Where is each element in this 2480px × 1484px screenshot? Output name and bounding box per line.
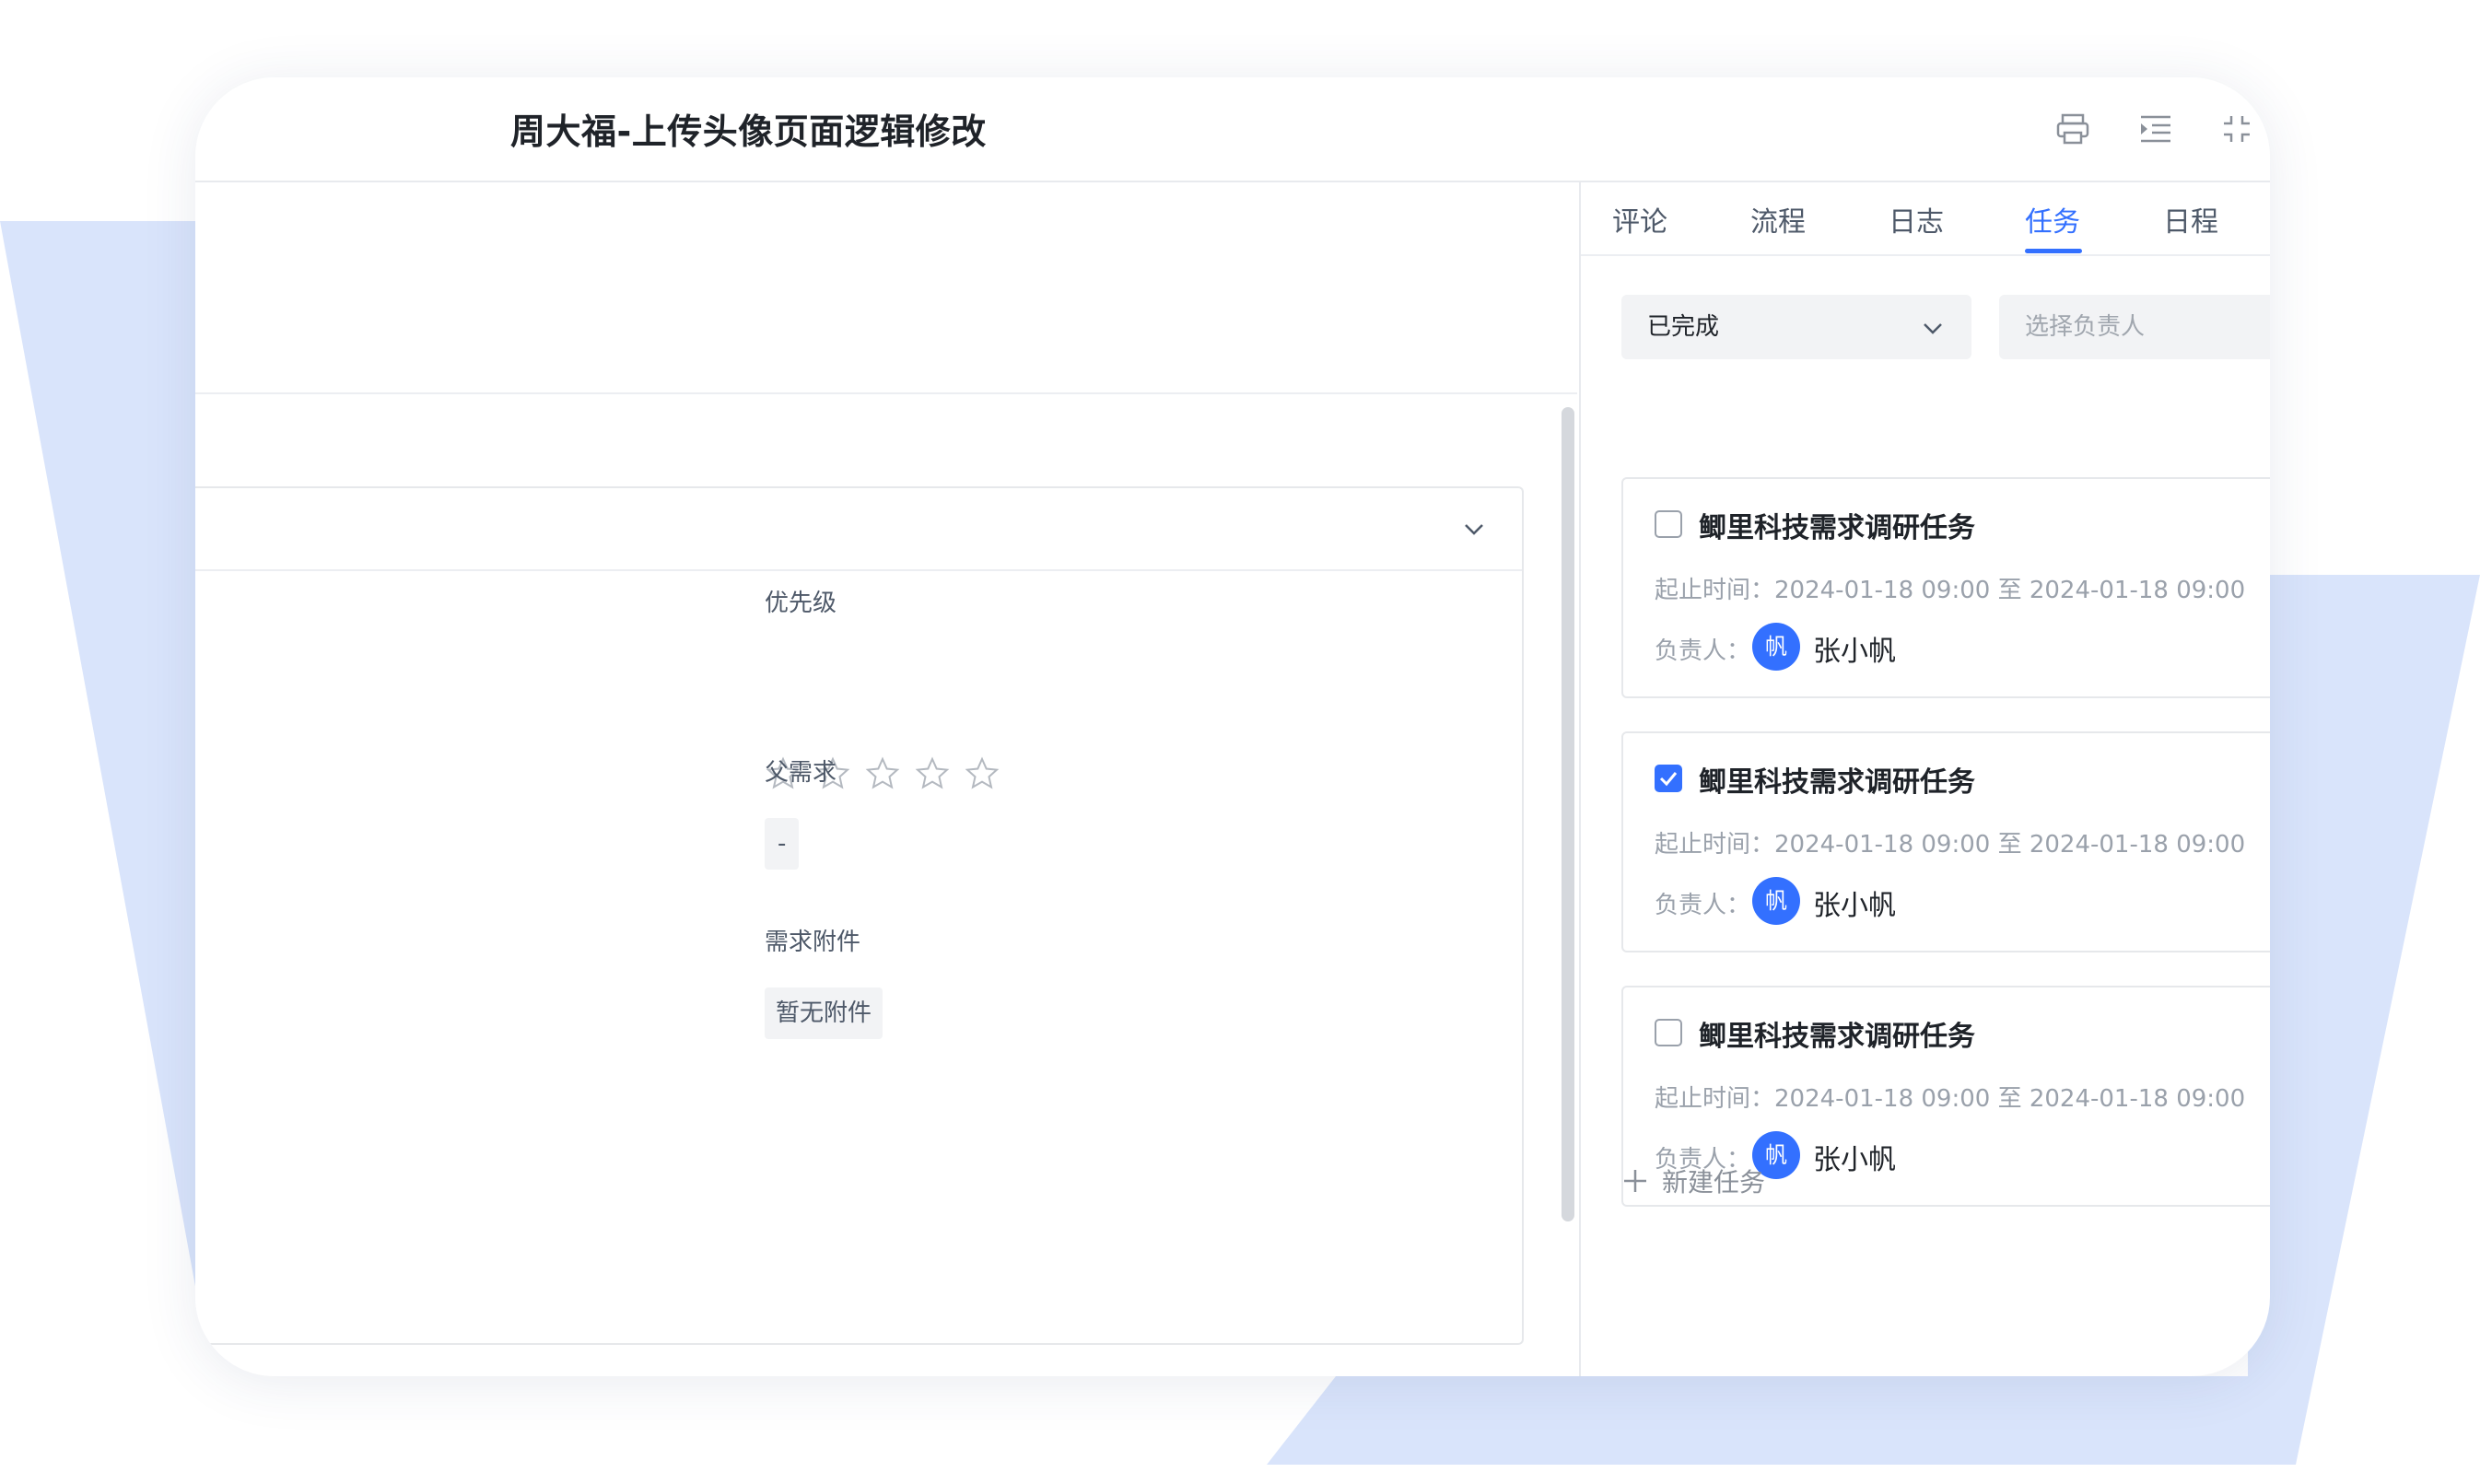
star-icon[interactable]	[914, 755, 951, 792]
parent-requirement-label: 父需求	[765, 759, 837, 787]
new-task-button[interactable]: 新建任务	[1621, 1163, 1765, 1199]
task-owner-label: 负责人：	[1655, 892, 1751, 919]
avatar: 帆	[1752, 877, 1800, 925]
task-title: 鲫里科技需求调研任务	[1699, 512, 1975, 544]
side-panel: 评论 流程 日志 任务 日程 已完成 选择负责人 鲫里科技需求调研任务 起止时间…	[1581, 182, 2270, 1376]
card-header[interactable]	[195, 488, 1522, 571]
priority-label: 优先级	[765, 590, 837, 617]
status-select-value: 已完成	[1647, 313, 1720, 341]
attachment-value: 暂无附件	[765, 987, 883, 1039]
task-owner-name: 张小帆	[1813, 1144, 1896, 1176]
tab-tasks[interactable]: 任务	[2025, 199, 2080, 240]
star-icon[interactable]	[964, 755, 1000, 792]
check-icon	[1659, 772, 1678, 787]
tab-workflow[interactable]: 流程	[1750, 199, 1806, 240]
task-card[interactable]: 鲫里科技需求调研任务 起止时间：2024-01-18 09:00 至 2024-…	[1621, 477, 2270, 698]
print-icon[interactable]	[2054, 111, 2091, 147]
task-title: 鲫里科技需求调研任务	[1699, 766, 1975, 799]
task-time-label: 起止时间：	[1655, 831, 1775, 859]
page-title: 周大福-上传头像页面逻辑修改	[510, 111, 987, 152]
tab-comments[interactable]: 评论	[1612, 199, 1667, 240]
task-time-range: 2024-01-18 09:00 至 2024-01-18 09:00	[1774, 577, 2246, 604]
indent-icon[interactable]	[2137, 111, 2174, 147]
plus-icon	[1624, 1170, 1646, 1192]
new-task-label: 新建任务	[1662, 1167, 1766, 1198]
star-icon[interactable]	[864, 755, 901, 792]
task-checkbox[interactable]	[1655, 510, 1682, 538]
active-tab-indicator	[2025, 249, 2082, 253]
task-time: 起止时间：2024-01-18 09:00 至 2024-01-18 09:00	[1655, 825, 2245, 859]
section-divider	[195, 392, 1577, 394]
attachment-label: 需求附件	[765, 929, 861, 956]
task-owner-name: 张小帆	[1813, 636, 1896, 668]
task-checkbox[interactable]	[1655, 765, 1682, 792]
task-time-range: 2024-01-18 09:00 至 2024-01-18 09:00	[1774, 1085, 2246, 1113]
task-owner-name: 张小帆	[1813, 890, 1896, 922]
avatar: 帆	[1752, 623, 1800, 671]
task-checkbox[interactable]	[1655, 1019, 1682, 1046]
status-select[interactable]: 已完成	[1621, 295, 1971, 359]
collapse-icon[interactable]	[2218, 111, 2255, 147]
scrollbar[interactable]	[1562, 407, 1574, 1221]
task-card[interactable]: 鲫里科技需求调研任务 起止时间：2024-01-18 09:00 至 2024-…	[1621, 731, 2270, 952]
tab-schedule[interactable]: 日程	[2163, 199, 2218, 240]
chevron-down-icon[interactable]	[1461, 516, 1487, 542]
basic-info-card	[195, 486, 1524, 1345]
tab-log[interactable]: 日志	[1889, 199, 1944, 240]
task-time-range: 2024-01-18 09:00 至 2024-01-18 09:00	[1774, 831, 2246, 859]
assignee-select[interactable]: 选择负责人	[1999, 295, 2270, 359]
task-time: 起止时间：2024-01-18 09:00 至 2024-01-18 09:00	[1655, 571, 2245, 605]
task-title: 鲫里科技需求调研任务	[1699, 1021, 1975, 1053]
side-tabs: 评论 流程 日志 任务 日程	[1581, 182, 2270, 256]
task-time-label: 起止时间：	[1655, 1085, 1775, 1113]
chevron-down-icon	[1924, 323, 1942, 334]
window-header: 周大福-上传头像页面逻辑修改	[195, 77, 2270, 182]
task-owner-label: 负责人：	[1655, 637, 1751, 665]
task-time-label: 起止时间：	[1655, 577, 1775, 604]
detail-panel: 优先级 父需求 - 需求附件 暂无附件	[195, 182, 1577, 1376]
task-time: 起止时间：2024-01-18 09:00 至 2024-01-18 09:00	[1655, 1080, 2245, 1114]
detail-window: 周大福-上传头像页面逻辑修改 优先级 父需求 - 需求附件 暂无附件 评论 流程…	[195, 77, 2270, 1376]
parent-requirement-value[interactable]: -	[765, 818, 800, 870]
